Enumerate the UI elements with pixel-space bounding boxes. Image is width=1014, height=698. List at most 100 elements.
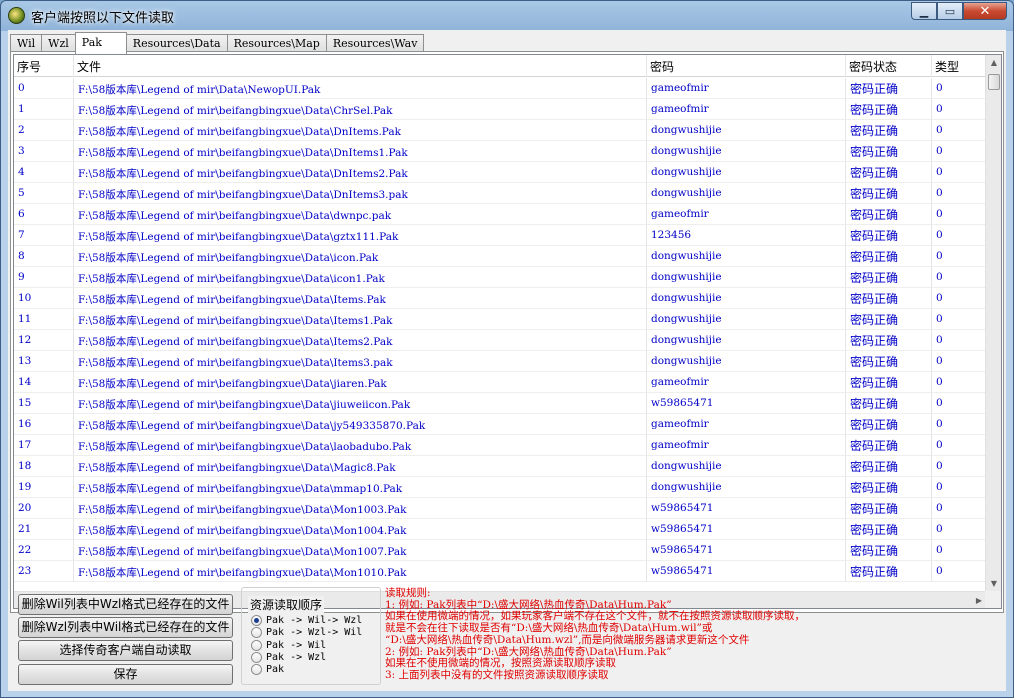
column-header-password[interactable]: 密码 xyxy=(647,55,846,77)
tab-wil[interactable]: Wil xyxy=(10,34,43,52)
column-header-index[interactable]: 序号 xyxy=(14,55,74,77)
read-order-option[interactable]: Pak -> Wzl xyxy=(251,651,326,663)
table-row[interactable]: 11 F:\58版本库\Legend of mir\beifangbingxue\… xyxy=(14,309,987,330)
file-table[interactable]: 序号 文件 密码 密码状态 类型 0 F:\58版本库\Legend of mir… xyxy=(13,54,1002,609)
delete-wzl-duplicates-button[interactable]: 删除Wzl列表中Wil格式已经存在的文件 xyxy=(18,617,233,638)
scroll-up-arrow-icon[interactable]: ▲ xyxy=(986,55,1001,71)
table-row[interactable]: 9 F:\58版本库\Legend of mir\beifangbingxue\D… xyxy=(14,267,987,288)
cell-password: gameofmir xyxy=(647,414,846,435)
radio-icon[interactable] xyxy=(251,639,262,651)
table-row[interactable]: 12 F:\58版本库\Legend of mir\beifangbingxue\… xyxy=(14,330,987,351)
cell-file-path: F:\58版本库\Legend of mir\beifangbingxue\Da… xyxy=(74,141,647,162)
cell-password: dongwushijie xyxy=(647,309,846,330)
table-row[interactable]: 2 F:\58版本库\Legend of mir\beifangbingxue\D… xyxy=(14,120,987,141)
cell-type: 0 xyxy=(932,267,987,288)
table-row[interactable]: 1 F:\58版本库\Legend of mir\beifangbingxue\D… xyxy=(14,99,987,120)
maximize-button[interactable]: ▭ xyxy=(937,2,963,20)
cell-password-status: 密码正确 xyxy=(846,456,932,477)
cell-file-path: F:\58版本库\Legend of mir\beifangbingxue\Da… xyxy=(74,204,647,225)
tab-resources-map[interactable]: Resources\Map xyxy=(226,34,327,52)
cell-type: 0 xyxy=(932,162,987,183)
table-row[interactable]: 16 F:\58版本库\Legend of mir\beifangbingxue\… xyxy=(14,414,987,435)
radio-selected-icon[interactable] xyxy=(251,614,262,626)
read-order-option[interactable]: Pak xyxy=(251,663,284,675)
cell-password: w59865471 xyxy=(647,561,846,582)
cell-password: dongwushijie xyxy=(647,162,846,183)
table-row[interactable]: 4 F:\58版本库\Legend of mir\beifangbingxue\D… xyxy=(14,162,987,183)
cell-index: 18 xyxy=(14,456,74,477)
table-row[interactable]: 7 F:\58版本库\Legend of mir\beifangbingxue\D… xyxy=(14,225,987,246)
cell-password: dongwushijie xyxy=(647,456,846,477)
cell-password-status: 密码正确 xyxy=(846,204,932,225)
vertical-scroll-thumb[interactable] xyxy=(988,74,1000,90)
save-button[interactable]: 保存 xyxy=(18,664,233,685)
client-area: Wil Wzl Pak Resources\Data Resources\Map… xyxy=(8,30,1006,691)
title-bar[interactable]: 客户端按照以下文件读取 ▁ ▭ ✕ xyxy=(1,1,1013,29)
cell-type: 0 xyxy=(932,78,987,99)
tab-resources-wav[interactable]: Resources\Wav xyxy=(325,34,425,52)
table-row[interactable]: 20 F:\58版本库\Legend of mir\beifangbingxue\… xyxy=(14,498,987,519)
table-row[interactable]: 15 F:\58版本库\Legend of mir\beifangbingxue\… xyxy=(14,393,987,414)
table-header: 序号 文件 密码 密码状态 类型 xyxy=(14,55,987,77)
cell-index: 17 xyxy=(14,435,74,456)
cell-password-status: 密码正确 xyxy=(846,330,932,351)
cell-file-path: F:\58版本库\Legend of mir\beifangbingxue\Da… xyxy=(74,246,647,267)
cell-password-status: 密码正确 xyxy=(846,435,932,456)
cell-file-path: F:\58版本库\Legend of mir\beifangbingxue\Da… xyxy=(74,183,647,204)
cell-type: 0 xyxy=(932,351,987,372)
cell-index: 20 xyxy=(14,498,74,519)
table-row[interactable]: 22 F:\58版本库\Legend of mir\beifangbingxue\… xyxy=(14,540,987,561)
cell-type: 0 xyxy=(932,288,987,309)
column-header-type[interactable]: 类型 xyxy=(932,55,987,77)
read-order-option[interactable]: Pak -> Wzl-> Wil xyxy=(251,626,362,638)
radio-icon[interactable] xyxy=(251,626,262,638)
select-client-button[interactable]: 选择传奇客户端自动读取 xyxy=(18,640,233,661)
cell-index: 3 xyxy=(14,141,74,162)
table-row[interactable]: 17 F:\58版本库\Legend of mir\beifangbingxue\… xyxy=(14,435,987,456)
table-row[interactable]: 8 F:\58版本库\Legend of mir\beifangbingxue\D… xyxy=(14,246,987,267)
cell-password-status: 密码正确 xyxy=(846,78,932,99)
cell-password: dongwushijie xyxy=(647,141,846,162)
cell-type: 0 xyxy=(932,246,987,267)
vertical-scrollbar[interactable]: ▲ ▼ xyxy=(985,55,1001,592)
table-row[interactable]: 6 F:\58版本库\Legend of mir\beifangbingxue\D… xyxy=(14,204,987,225)
delete-wil-duplicates-button[interactable]: 删除Wil列表中Wzl格式已经存在的文件 xyxy=(18,594,233,615)
column-header-password-status[interactable]: 密码状态 xyxy=(846,55,932,77)
cell-file-path: F:\58版本库\Legend of mir\beifangbingxue\Da… xyxy=(74,435,647,456)
close-button[interactable]: ✕ xyxy=(963,2,1007,20)
cell-type: 0 xyxy=(932,477,987,498)
table-row[interactable]: 0 F:\58版本库\Legend of mir\Data\NewopUI.Pak… xyxy=(14,78,987,99)
table-row[interactable]: 14 F:\58版本库\Legend of mir\beifangbingxue\… xyxy=(14,372,987,393)
table-row[interactable]: 18 F:\58版本库\Legend of mir\beifangbingxue\… xyxy=(14,456,987,477)
cell-password-status: 密码正确 xyxy=(846,393,932,414)
cell-file-path: F:\58版本库\Legend of mir\beifangbingxue\Da… xyxy=(74,519,647,540)
cell-password: w59865471 xyxy=(647,540,846,561)
table-row[interactable]: 3 F:\58版本库\Legend of mir\beifangbingxue\D… xyxy=(14,141,987,162)
table-row[interactable]: 13 F:\58版本库\Legend of mir\beifangbingxue\… xyxy=(14,351,987,372)
table-row[interactable]: 23 F:\58版本库\Legend of mir\beifangbingxue\… xyxy=(14,561,987,582)
cell-index: 5 xyxy=(14,183,74,204)
table-row[interactable]: 5 F:\58版本库\Legend of mir\beifangbingxue\D… xyxy=(14,183,987,204)
tab-resources-data[interactable]: Resources\Data xyxy=(125,34,228,52)
tab-pak[interactable]: Pak xyxy=(74,32,127,54)
radio-icon[interactable] xyxy=(251,663,262,675)
table-row[interactable]: 19 F:\58版本库\Legend of mir\beifangbingxue\… xyxy=(14,477,987,498)
read-order-option[interactable]: Pak -> Wil xyxy=(251,639,326,651)
table-row[interactable]: 10 F:\58版本库\Legend of mir\beifangbingxue\… xyxy=(14,288,987,309)
radio-icon[interactable] xyxy=(251,651,262,663)
cell-index: 8 xyxy=(14,246,74,267)
cell-password-status: 密码正确 xyxy=(846,414,932,435)
cell-password-status: 密码正确 xyxy=(846,288,932,309)
column-header-file[interactable]: 文件 xyxy=(74,55,647,77)
cell-file-path: F:\58版本库\Legend of mir\beifangbingxue\Da… xyxy=(74,498,647,519)
cell-password: gameofmir xyxy=(647,204,846,225)
window-controls: ▁ ▭ ✕ xyxy=(911,2,1007,20)
table-row[interactable]: 21 F:\58版本库\Legend of mir\beifangbingxue\… xyxy=(14,519,987,540)
cell-password: dongwushijie xyxy=(647,288,846,309)
read-order-option[interactable]: Pak -> Wil-> Wzl xyxy=(251,614,362,626)
minimize-button[interactable]: ▁ xyxy=(911,2,937,20)
cell-file-path: F:\58版本库\Legend of mir\beifangbingxue\Da… xyxy=(74,351,647,372)
tab-wzl[interactable]: Wzl xyxy=(41,34,76,52)
read-order-title: 资源读取顺序 xyxy=(248,596,325,613)
cell-password-status: 密码正确 xyxy=(846,246,932,267)
